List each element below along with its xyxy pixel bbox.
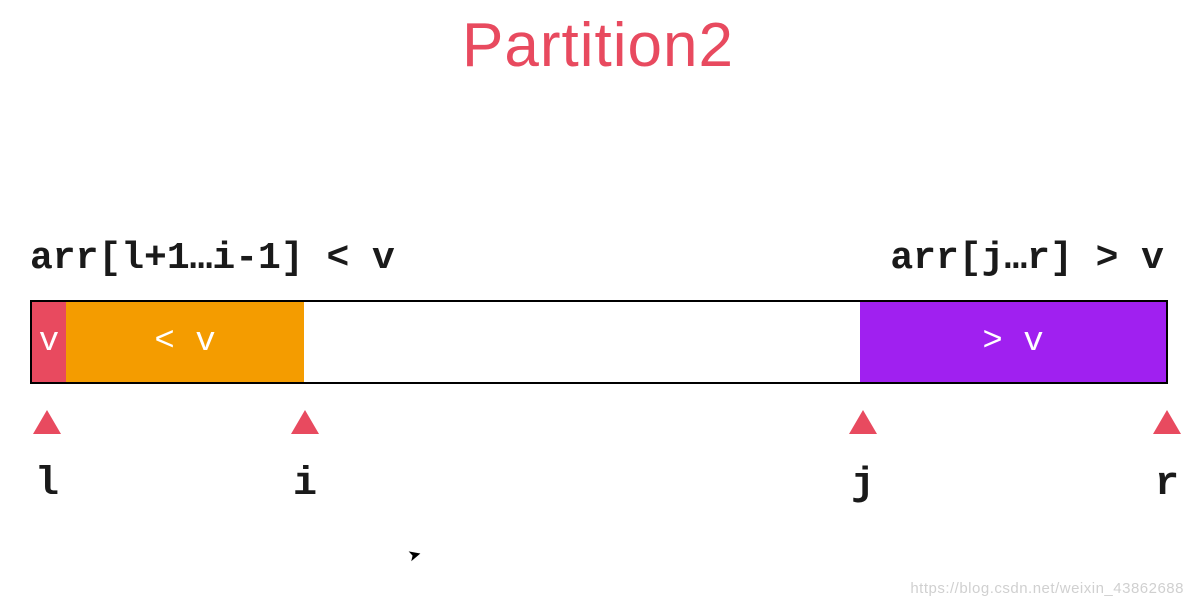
pointer-label: j xyxy=(843,462,883,507)
triangle-icon xyxy=(1153,410,1181,434)
segment-unknown xyxy=(304,302,860,382)
pointer-label: r xyxy=(1147,462,1187,507)
array-bar: v < v > v xyxy=(30,300,1168,384)
invariant-right-text: arr[j…r] > v xyxy=(890,237,1164,280)
pointer-label: i xyxy=(285,462,325,507)
diagram-title: Partition2 xyxy=(0,10,1196,81)
segment-pivot: v xyxy=(32,302,66,382)
triangle-icon xyxy=(849,410,877,434)
pointer-l: l xyxy=(27,410,67,507)
cursor-icon: ➤ xyxy=(406,544,424,567)
pointer-j: j xyxy=(843,410,883,507)
watermark-text: https://blog.csdn.net/weixin_43862688 xyxy=(910,580,1184,597)
pointer-r: r xyxy=(1147,410,1187,507)
invariant-left-text: arr[l+1…i-1] < v xyxy=(30,237,395,280)
pointer-label: l xyxy=(27,462,67,507)
triangle-icon xyxy=(33,410,61,434)
segment-greater: > v xyxy=(860,302,1166,382)
pointer-i: i xyxy=(285,410,325,507)
triangle-icon xyxy=(291,410,319,434)
segment-less: < v xyxy=(66,302,304,382)
